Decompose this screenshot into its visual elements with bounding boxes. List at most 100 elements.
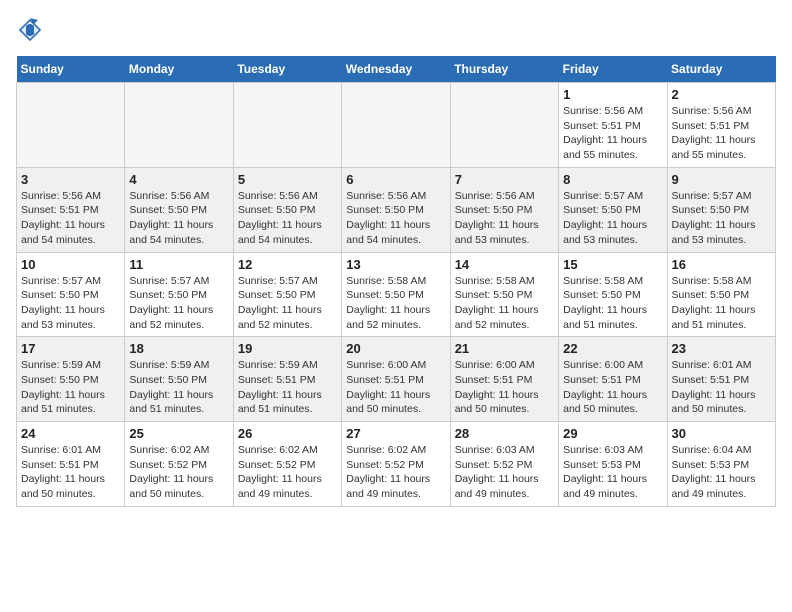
calendar-week-row: 17 Sunrise: 5:59 AM Sunset: 5:50 PM Dayli… bbox=[17, 337, 776, 422]
calendar-body: 1 Sunrise: 5:56 AM Sunset: 5:51 PM Daylig… bbox=[17, 83, 776, 507]
day-info: Sunrise: 6:00 AM Sunset: 5:51 PM Dayligh… bbox=[563, 358, 662, 417]
calendar-day-header: Friday bbox=[559, 56, 667, 83]
calendar-day-cell: 19Sunrise: 5:59 AM Sunset: 5:51 PM Dayli… bbox=[233, 337, 341, 422]
calendar-header-row: SundayMondayTuesdayWednesdayThursdayFrid… bbox=[17, 56, 776, 83]
calendar-day-cell: 17 Sunrise: 5:59 AM Sunset: 5:50 PM Dayli… bbox=[17, 337, 125, 422]
calendar-day-cell: 29 Sunrise: 6:03 AM Sunset: 5:53 PM Dayli… bbox=[559, 422, 667, 507]
day-number: 21 bbox=[455, 341, 554, 356]
calendar-day-cell: 12Sunrise: 5:57 AM Sunset: 5:50 PM Dayli… bbox=[233, 252, 341, 337]
day-info: Sunrise: 5:56 AM Sunset: 5:51 PM Dayligh… bbox=[21, 189, 120, 248]
day-info: Sunrise: 6:04 AM Sunset: 5:53 PM Dayligh… bbox=[672, 443, 771, 502]
day-info: Sunrise: 5:56 AM Sunset: 5:51 PM Dayligh… bbox=[563, 104, 662, 163]
calendar-day-cell: 6 Sunrise: 5:56 AM Sunset: 5:50 PM Daylig… bbox=[342, 167, 450, 252]
day-info: Sunrise: 5:56 AM Sunset: 5:50 PM Dayligh… bbox=[346, 189, 445, 248]
day-info: Sunrise: 5:58 AM Sunset: 5:50 PM Dayligh… bbox=[346, 274, 445, 333]
day-number: 6 bbox=[346, 172, 445, 187]
day-number: 5 bbox=[238, 172, 337, 187]
calendar-day-cell: 9 Sunrise: 5:57 AM Sunset: 5:50 PM Daylig… bbox=[667, 167, 775, 252]
day-info: Sunrise: 5:56 AM Sunset: 5:51 PM Dayligh… bbox=[672, 104, 771, 163]
calendar-day-cell: 30 Sunrise: 6:04 AM Sunset: 5:53 PM Dayli… bbox=[667, 422, 775, 507]
calendar-table: SundayMondayTuesdayWednesdayThursdayFrid… bbox=[16, 56, 776, 507]
calendar-day-cell: 15 Sunrise: 5:58 AM Sunset: 5:50 PM Dayli… bbox=[559, 252, 667, 337]
day-info: Sunrise: 5:57 AM Sunset: 5:50 PM Dayligh… bbox=[563, 189, 662, 248]
calendar-day-cell: 4 Sunrise: 5:56 AM Sunset: 5:50 PM Daylig… bbox=[125, 167, 233, 252]
calendar-week-row: 3Sunrise: 5:56 AM Sunset: 5:51 PM Daylig… bbox=[17, 167, 776, 252]
day-info: Sunrise: 6:03 AM Sunset: 5:52 PM Dayligh… bbox=[455, 443, 554, 502]
day-info: Sunrise: 6:00 AM Sunset: 5:51 PM Dayligh… bbox=[455, 358, 554, 417]
day-number: 2 bbox=[672, 87, 771, 102]
day-info: Sunrise: 6:03 AM Sunset: 5:53 PM Dayligh… bbox=[563, 443, 662, 502]
calendar-day-cell: 27 Sunrise: 6:02 AM Sunset: 5:52 PM Dayli… bbox=[342, 422, 450, 507]
day-number: 4 bbox=[129, 172, 228, 187]
day-info: Sunrise: 5:57 AM Sunset: 5:50 PM Dayligh… bbox=[672, 189, 771, 248]
day-info: Sunrise: 6:02 AM Sunset: 5:52 PM Dayligh… bbox=[346, 443, 445, 502]
calendar-day-header: Tuesday bbox=[233, 56, 341, 83]
day-info: Sunrise: 6:02 AM Sunset: 5:52 PM Dayligh… bbox=[238, 443, 337, 502]
calendar-day-cell: 25 Sunrise: 6:02 AM Sunset: 5:52 PM Dayli… bbox=[125, 422, 233, 507]
calendar-day-cell bbox=[342, 83, 450, 168]
day-info: Sunrise: 5:59 AM Sunset: 5:50 PM Dayligh… bbox=[21, 358, 120, 417]
calendar-day-cell: 21 Sunrise: 6:00 AM Sunset: 5:51 PM Dayli… bbox=[450, 337, 558, 422]
day-info: Sunrise: 5:56 AM Sunset: 5:50 PM Dayligh… bbox=[455, 189, 554, 248]
calendar-day-cell: 26 Sunrise: 6:02 AM Sunset: 5:52 PM Dayli… bbox=[233, 422, 341, 507]
calendar-day-cell bbox=[125, 83, 233, 168]
calendar-week-row: 1 Sunrise: 5:56 AM Sunset: 5:51 PM Daylig… bbox=[17, 83, 776, 168]
day-number: 26 bbox=[238, 426, 337, 441]
day-number: 25 bbox=[129, 426, 228, 441]
day-number: 14 bbox=[455, 257, 554, 272]
day-number: 29 bbox=[563, 426, 662, 441]
calendar-day-cell bbox=[450, 83, 558, 168]
day-number: 16 bbox=[672, 257, 771, 272]
day-info: Sunrise: 5:59 AM Sunset: 5:51 PM Dayligh… bbox=[238, 358, 337, 417]
calendar-week-row: 10 Sunrise: 5:57 AM Sunset: 5:50 PM Dayli… bbox=[17, 252, 776, 337]
day-number: 22 bbox=[563, 341, 662, 356]
day-number: 12 bbox=[238, 257, 337, 272]
day-info: Sunrise: 6:01 AM Sunset: 5:51 PM Dayligh… bbox=[21, 443, 120, 502]
day-info: Sunrise: 5:59 AM Sunset: 5:50 PM Dayligh… bbox=[129, 358, 228, 417]
calendar-day-cell: 5 Sunrise: 5:56 AM Sunset: 5:50 PM Daylig… bbox=[233, 167, 341, 252]
calendar-day-cell bbox=[233, 83, 341, 168]
calendar-day-cell: 2 Sunrise: 5:56 AM Sunset: 5:51 PM Daylig… bbox=[667, 83, 775, 168]
day-number: 27 bbox=[346, 426, 445, 441]
day-number: 1 bbox=[563, 87, 662, 102]
day-info: Sunrise: 5:56 AM Sunset: 5:50 PM Dayligh… bbox=[238, 189, 337, 248]
day-number: 7 bbox=[455, 172, 554, 187]
day-info: Sunrise: 5:57 AM Sunset: 5:50 PM Dayligh… bbox=[21, 274, 120, 333]
calendar-day-cell: 16 Sunrise: 5:58 AM Sunset: 5:50 PM Dayli… bbox=[667, 252, 775, 337]
day-info: Sunrise: 6:02 AM Sunset: 5:52 PM Dayligh… bbox=[129, 443, 228, 502]
day-number: 8 bbox=[563, 172, 662, 187]
day-info: Sunrise: 5:57 AM Sunset: 5:50 PM Dayligh… bbox=[129, 274, 228, 333]
day-number: 9 bbox=[672, 172, 771, 187]
calendar-day-cell: 3Sunrise: 5:56 AM Sunset: 5:51 PM Daylig… bbox=[17, 167, 125, 252]
day-info: Sunrise: 5:58 AM Sunset: 5:50 PM Dayligh… bbox=[455, 274, 554, 333]
calendar-day-cell: 13Sunrise: 5:58 AM Sunset: 5:50 PM Dayli… bbox=[342, 252, 450, 337]
day-number: 28 bbox=[455, 426, 554, 441]
calendar-day-cell: 10 Sunrise: 5:57 AM Sunset: 5:50 PM Dayli… bbox=[17, 252, 125, 337]
calendar-day-cell: 24 Sunrise: 6:01 AM Sunset: 5:51 PM Dayli… bbox=[17, 422, 125, 507]
day-number: 11 bbox=[129, 257, 228, 272]
calendar-day-header: Monday bbox=[125, 56, 233, 83]
calendar-day-cell: 1 Sunrise: 5:56 AM Sunset: 5:51 PM Daylig… bbox=[559, 83, 667, 168]
day-info: Sunrise: 6:01 AM Sunset: 5:51 PM Dayligh… bbox=[672, 358, 771, 417]
day-info: Sunrise: 5:58 AM Sunset: 5:50 PM Dayligh… bbox=[563, 274, 662, 333]
calendar-week-row: 24 Sunrise: 6:01 AM Sunset: 5:51 PM Dayli… bbox=[17, 422, 776, 507]
day-number: 30 bbox=[672, 426, 771, 441]
calendar-day-cell: 28 Sunrise: 6:03 AM Sunset: 5:52 PM Dayli… bbox=[450, 422, 558, 507]
calendar-day-cell bbox=[17, 83, 125, 168]
calendar-day-cell: 18 Sunrise: 5:59 AM Sunset: 5:50 PM Dayli… bbox=[125, 337, 233, 422]
calendar-day-cell: 22 Sunrise: 6:00 AM Sunset: 5:51 PM Dayli… bbox=[559, 337, 667, 422]
day-info: Sunrise: 5:56 AM Sunset: 5:50 PM Dayligh… bbox=[129, 189, 228, 248]
day-number: 24 bbox=[21, 426, 120, 441]
logo-icon bbox=[16, 16, 44, 44]
day-number: 23 bbox=[672, 341, 771, 356]
calendar-day-cell: 11 Sunrise: 5:57 AM Sunset: 5:50 PM Dayli… bbox=[125, 252, 233, 337]
calendar-day-cell: 8 Sunrise: 5:57 AM Sunset: 5:50 PM Daylig… bbox=[559, 167, 667, 252]
day-number: 18 bbox=[129, 341, 228, 356]
day-number: 17 bbox=[21, 341, 120, 356]
day-number: 20 bbox=[346, 341, 445, 356]
calendar-day-header: Saturday bbox=[667, 56, 775, 83]
day-info: Sunrise: 6:00 AM Sunset: 5:51 PM Dayligh… bbox=[346, 358, 445, 417]
day-number: 10 bbox=[21, 257, 120, 272]
day-number: 15 bbox=[563, 257, 662, 272]
day-info: Sunrise: 5:58 AM Sunset: 5:50 PM Dayligh… bbox=[672, 274, 771, 333]
